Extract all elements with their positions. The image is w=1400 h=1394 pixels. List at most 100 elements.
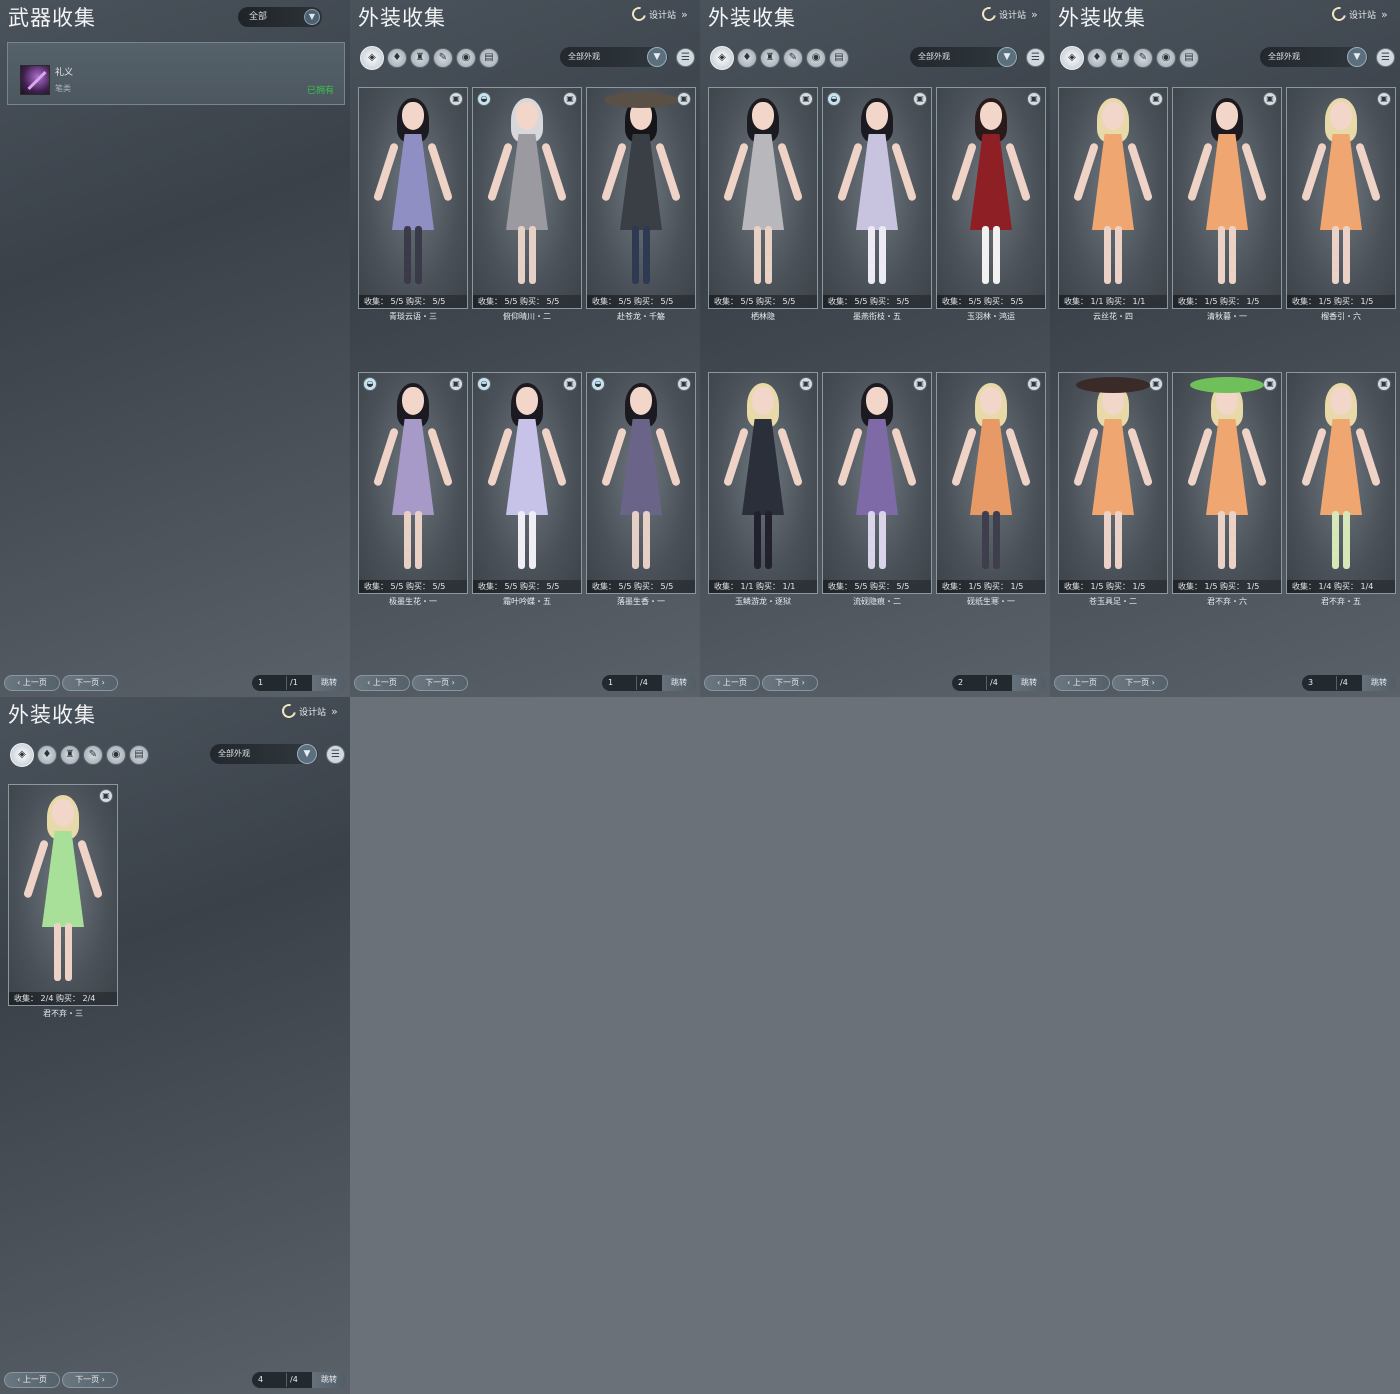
weapon-filter-select[interactable]: 全部 ▼ xyxy=(238,7,322,27)
wardrobe-icon[interactable]: ▣ xyxy=(1377,92,1391,106)
page-input[interactable]: 4 /4 xyxy=(252,1372,312,1388)
dress-icon[interactable]: ♜ xyxy=(760,48,780,68)
outfit-filter-select[interactable]: 全部外观 ▼ xyxy=(910,47,1018,67)
scroll-icon[interactable]: ▤ xyxy=(1179,48,1199,68)
wardrobe-icon[interactable]: ▣ xyxy=(799,92,813,106)
scroll-icon[interactable]: ▤ xyxy=(129,745,149,765)
outfit-card[interactable]: ▣ 收集： 1/5 购买： 1/5 xyxy=(1172,372,1282,594)
wardrobe-icon[interactable]: ▣ xyxy=(1027,377,1041,391)
page-input[interactable]: 1 /4 xyxy=(602,675,662,691)
wardrobe-icon[interactable]: ▣ xyxy=(677,92,691,106)
mask-icon[interactable]: ◉ xyxy=(106,745,126,765)
top-icon[interactable]: ♦ xyxy=(37,745,57,765)
jump-button[interactable]: 跳转 xyxy=(1012,675,1046,691)
wardrobe-icon[interactable]: ▣ xyxy=(1149,92,1163,106)
all-outfits-icon[interactable]: ◈ xyxy=(710,46,734,70)
outfit-filter-select[interactable]: 全部外观 ▼ xyxy=(1260,47,1368,67)
page-input[interactable]: 1 /1 xyxy=(252,675,312,691)
jump-button[interactable]: 跳转 xyxy=(312,1372,346,1388)
all-outfits-icon[interactable]: ◈ xyxy=(10,743,34,767)
wardrobe-icon[interactable]: ▣ xyxy=(563,92,577,106)
scroll-icon[interactable]: ▤ xyxy=(829,48,849,68)
outfit-filter-select[interactable]: 全部外观 ▼ xyxy=(560,47,668,67)
sort-icon[interactable]: ☰ xyxy=(326,745,345,764)
feather-icon[interactable]: ✎ xyxy=(1133,48,1153,68)
prev-page-button[interactable]: ‹ 上一页 xyxy=(4,1372,60,1388)
jump-button[interactable]: 跳转 xyxy=(662,675,696,691)
mask-icon[interactable]: ◉ xyxy=(1156,48,1176,68)
dress-icon[interactable]: ♜ xyxy=(410,48,430,68)
outfit-card[interactable]: ◒ ▣ 收集： 5/5 购买： 5/5 xyxy=(358,372,468,594)
wardrobe-icon[interactable]: ▣ xyxy=(1263,92,1277,106)
chevron-down-icon[interactable]: ▼ xyxy=(304,9,320,25)
weapon-item[interactable]: 礼义 笔类 已拥有 xyxy=(7,42,345,105)
feather-icon[interactable]: ✎ xyxy=(83,745,103,765)
outfit-card[interactable]: ◒ ▣ 收集： 5/5 购买： 5/5 xyxy=(586,372,696,594)
chevron-down-icon[interactable]: ▼ xyxy=(647,47,667,67)
jump-button[interactable]: 跳转 xyxy=(1362,675,1396,691)
page-input[interactable]: 2 /4 xyxy=(952,675,1012,691)
dress-icon[interactable]: ♜ xyxy=(1110,48,1130,68)
outfit-card[interactable]: ▣ 收集： 1/5 购买： 1/5 xyxy=(1172,87,1282,309)
chevron-down-icon[interactable]: ▼ xyxy=(297,744,317,764)
top-icon[interactable]: ♦ xyxy=(387,48,407,68)
outfit-card[interactable]: ▣ 收集： 1/4 购买： 1/4 xyxy=(1286,372,1396,594)
feather-icon[interactable]: ✎ xyxy=(433,48,453,68)
all-outfits-icon[interactable]: ◈ xyxy=(1060,46,1084,70)
wardrobe-icon[interactable]: ▣ xyxy=(1027,92,1041,106)
prev-page-button[interactable]: ‹ 上一页 xyxy=(4,675,60,691)
next-page-button[interactable]: 下一页 › xyxy=(62,675,118,691)
sort-icon[interactable]: ☰ xyxy=(1026,48,1045,67)
designer-station-button[interactable]: 设计站 » xyxy=(279,701,338,721)
next-page-button[interactable]: 下一页 › xyxy=(412,675,468,691)
outfit-card[interactable]: ▣ 收集： 1/1 购买： 1/1 xyxy=(708,372,818,594)
jump-button[interactable]: 跳转 xyxy=(312,675,346,691)
prev-page-button[interactable]: ‹ 上一页 xyxy=(704,675,760,691)
next-page-button[interactable]: 下一页 › xyxy=(62,1372,118,1388)
next-page-button[interactable]: 下一页 › xyxy=(762,675,818,691)
outfit-card[interactable]: ▣ 收集： 1/5 购买： 1/5 xyxy=(1058,372,1168,594)
chevron-down-icon[interactable]: ▼ xyxy=(1347,47,1367,67)
prev-page-button[interactable]: ‹ 上一页 xyxy=(1054,675,1110,691)
designer-station-button[interactable]: 设计站 » xyxy=(979,4,1038,24)
outfit-filter-select[interactable]: 全部外观 ▼ xyxy=(210,744,318,764)
sort-icon[interactable]: ☰ xyxy=(1376,48,1395,67)
page-input[interactable]: 3 /4 xyxy=(1302,675,1362,691)
outfit-card[interactable]: ▣ 收集： 5/5 购买： 5/5 xyxy=(586,87,696,309)
wardrobe-icon[interactable]: ▣ xyxy=(1377,377,1391,391)
wardrobe-icon[interactable]: ▣ xyxy=(913,377,927,391)
wardrobe-icon[interactable]: ▣ xyxy=(449,377,463,391)
outfit-card[interactable]: ▣ 收集： 5/5 购买： 5/5 xyxy=(708,87,818,309)
outfit-card[interactable]: ▣ 收集： 1/5 购买： 1/5 xyxy=(1286,87,1396,309)
next-page-button[interactable]: 下一页 › xyxy=(1112,675,1168,691)
designer-station-button[interactable]: 设计站 » xyxy=(629,4,688,24)
sort-icon[interactable]: ☰ xyxy=(676,48,695,67)
outfit-card[interactable]: ▣ 收集： 1/5 购买： 1/5 xyxy=(936,372,1046,594)
outfit-card[interactable]: ◒ ▣ 收集： 5/5 购买： 5/5 xyxy=(472,372,582,594)
top-icon[interactable]: ♦ xyxy=(1087,48,1107,68)
wardrobe-icon[interactable]: ▣ xyxy=(913,92,927,106)
outfit-card[interactable]: ▣ 收集： 5/5 购买： 5/5 xyxy=(358,87,468,309)
prev-page-button[interactable]: ‹ 上一页 xyxy=(354,675,410,691)
outfit-card[interactable]: ▣ 收集： 1/1 购买： 1/1 xyxy=(1058,87,1168,309)
dress-icon[interactable]: ♜ xyxy=(60,745,80,765)
wardrobe-icon[interactable]: ▣ xyxy=(1263,377,1277,391)
wardrobe-icon[interactable]: ▣ xyxy=(449,92,463,106)
mask-icon[interactable]: ◉ xyxy=(806,48,826,68)
outfit-card[interactable]: ▣ 收集： 2/4 购买： 2/4 xyxy=(8,784,118,1006)
outfit-card[interactable]: ◒ ▣ 收集： 5/5 购买： 5/5 xyxy=(472,87,582,309)
wardrobe-icon[interactable]: ▣ xyxy=(677,377,691,391)
chevron-down-icon[interactable]: ▼ xyxy=(997,47,1017,67)
wardrobe-icon[interactable]: ▣ xyxy=(799,377,813,391)
wardrobe-icon[interactable]: ▣ xyxy=(1149,377,1163,391)
all-outfits-icon[interactable]: ◈ xyxy=(360,46,384,70)
feather-icon[interactable]: ✎ xyxy=(783,48,803,68)
wardrobe-icon[interactable]: ▣ xyxy=(563,377,577,391)
outfit-card[interactable]: ◒ ▣ 收集： 5/5 购买： 5/5 xyxy=(822,87,932,309)
mask-icon[interactable]: ◉ xyxy=(456,48,476,68)
outfit-card[interactable]: ▣ 收集： 5/5 购买： 5/5 xyxy=(822,372,932,594)
top-icon[interactable]: ♦ xyxy=(737,48,757,68)
wardrobe-icon[interactable]: ▣ xyxy=(99,789,113,803)
scroll-icon[interactable]: ▤ xyxy=(479,48,499,68)
designer-station-button[interactable]: 设计站 » xyxy=(1329,4,1388,24)
